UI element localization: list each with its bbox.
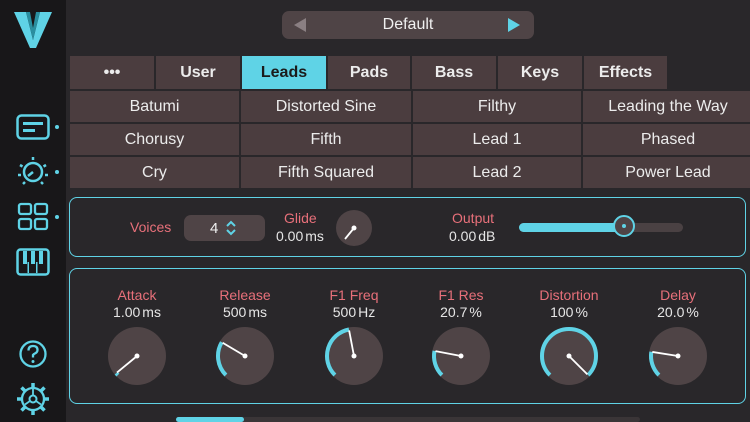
f1-freq-value: 500 Hz xyxy=(299,304,409,321)
release-knob[interactable] xyxy=(215,326,275,386)
preset-item[interactable]: Cry xyxy=(70,157,239,188)
glide-unit: ms xyxy=(305,228,324,244)
preset-item[interactable]: Fifth xyxy=(241,124,411,155)
preset-item[interactable]: Filthy xyxy=(413,91,581,122)
glide-readout: 0.00 ms xyxy=(276,228,324,244)
mode-indicator-dot xyxy=(55,215,59,219)
output-slider-thumb[interactable] xyxy=(612,215,635,237)
release-number: 500 xyxy=(222,304,247,320)
f1-res-control: F1 Res 20.7% xyxy=(406,287,516,386)
output-readout: 0.00 dB xyxy=(449,228,495,244)
output-label: Output xyxy=(452,210,495,226)
triangle-left-icon xyxy=(294,18,306,32)
distortion-label: Distortion xyxy=(539,287,599,303)
distortion-knob[interactable] xyxy=(539,326,599,386)
preset-item[interactable]: Power Lead xyxy=(583,157,750,188)
release-unit: ms xyxy=(248,304,268,320)
glide-value: 0.00 xyxy=(276,228,304,244)
distortion-control: Distortion 100% xyxy=(514,287,624,386)
f1-res-knob[interactable] xyxy=(431,326,491,386)
f1-freq-control: F1 Freq 500 Hz xyxy=(299,287,409,386)
piano-icon[interactable] xyxy=(14,245,52,279)
horizontal-scrollbar[interactable] xyxy=(176,417,640,422)
distortion-number: 100 xyxy=(550,304,574,320)
grid-mode-icon[interactable] xyxy=(14,200,52,234)
preset-item[interactable]: Phased xyxy=(583,124,750,155)
voices-label: Voices xyxy=(130,219,172,235)
help-icon[interactable] xyxy=(14,337,52,371)
output-value: 0.00 xyxy=(449,228,477,244)
glide-label: Glide xyxy=(284,210,317,226)
output-slider[interactable] xyxy=(519,215,683,237)
delay-label: Delay xyxy=(660,287,696,303)
tab-keys[interactable]: Keys xyxy=(498,56,582,89)
attack-label: Attack xyxy=(117,287,157,303)
tab-user[interactable]: User xyxy=(156,56,240,89)
attack-control: Attack 1.00 ms xyxy=(82,287,192,386)
next-preset-button[interactable] xyxy=(500,11,528,39)
attack-knob[interactable] xyxy=(107,326,167,386)
delay-unit: % xyxy=(686,304,699,320)
scrollbar-thumb[interactable] xyxy=(176,417,244,422)
f1-freq-number: 500 xyxy=(332,304,357,320)
attack-number: 1.00 xyxy=(113,304,141,320)
chevron-up-down-icon xyxy=(226,220,236,236)
release-control: Release 500 ms xyxy=(190,287,300,386)
mode-indicator-dot xyxy=(55,125,59,129)
knob-mode-icon[interactable] xyxy=(14,155,52,189)
attack-unit: ms xyxy=(142,304,161,320)
f1-res-label: F1 Res xyxy=(438,287,484,303)
f1-res-number: 20.7 xyxy=(440,304,468,320)
preset-item[interactable]: Lead 1 xyxy=(413,124,581,155)
settings-gear-icon[interactable] xyxy=(14,382,52,416)
triangle-right-icon xyxy=(508,18,520,32)
logo-icon xyxy=(12,10,54,50)
preset-item[interactable]: Chorusy xyxy=(70,124,239,155)
delay-number: 20.0 xyxy=(657,304,685,320)
f1-freq-label: F1 Freq xyxy=(329,287,379,303)
output-slider-fill xyxy=(519,223,624,232)
voices-stepper[interactable]: 4 xyxy=(184,215,265,241)
attack-value: 1.00 ms xyxy=(82,304,192,321)
preset-name[interactable]: Default xyxy=(322,11,494,39)
f1-res-value: 20.7% xyxy=(406,304,516,321)
preset-item[interactable]: Fifth Squared xyxy=(241,157,411,188)
distortion-unit: % xyxy=(575,304,588,320)
previous-preset-button[interactable] xyxy=(286,11,314,39)
glide-knob[interactable] xyxy=(334,208,374,248)
release-value: 500 ms xyxy=(190,304,300,321)
f1-freq-knob[interactable] xyxy=(324,326,384,386)
tab-leads[interactable]: Leads xyxy=(242,56,326,89)
tab-bass[interactable]: Bass xyxy=(412,56,496,89)
tab-pads[interactable]: Pads xyxy=(328,56,410,89)
sidebar xyxy=(0,0,66,422)
preset-item[interactable]: Lead 2 xyxy=(413,157,581,188)
distortion-value: 100% xyxy=(514,304,624,321)
preset-item[interactable]: Batumi xyxy=(70,91,239,122)
delay-value: 20.0% xyxy=(623,304,733,321)
tab-effects[interactable]: Effects xyxy=(584,56,667,89)
keyboard-mode-icon[interactable] xyxy=(14,110,52,144)
delay-control: Delay 20.0% xyxy=(623,287,733,386)
voices-value: 4 xyxy=(210,220,219,237)
tab-more[interactable]: ••• xyxy=(70,56,154,89)
release-label: Release xyxy=(219,287,271,303)
mode-indicator-dot xyxy=(55,170,59,174)
preset-selector[interactable]: Default xyxy=(282,11,534,39)
preset-item[interactable]: Distorted Sine xyxy=(241,91,411,122)
output-unit: dB xyxy=(478,228,496,244)
preset-item[interactable]: Leading the Way xyxy=(583,91,750,122)
delay-knob[interactable] xyxy=(648,326,708,386)
f1-res-unit: % xyxy=(469,304,482,320)
f1-freq-unit: Hz xyxy=(358,304,376,320)
